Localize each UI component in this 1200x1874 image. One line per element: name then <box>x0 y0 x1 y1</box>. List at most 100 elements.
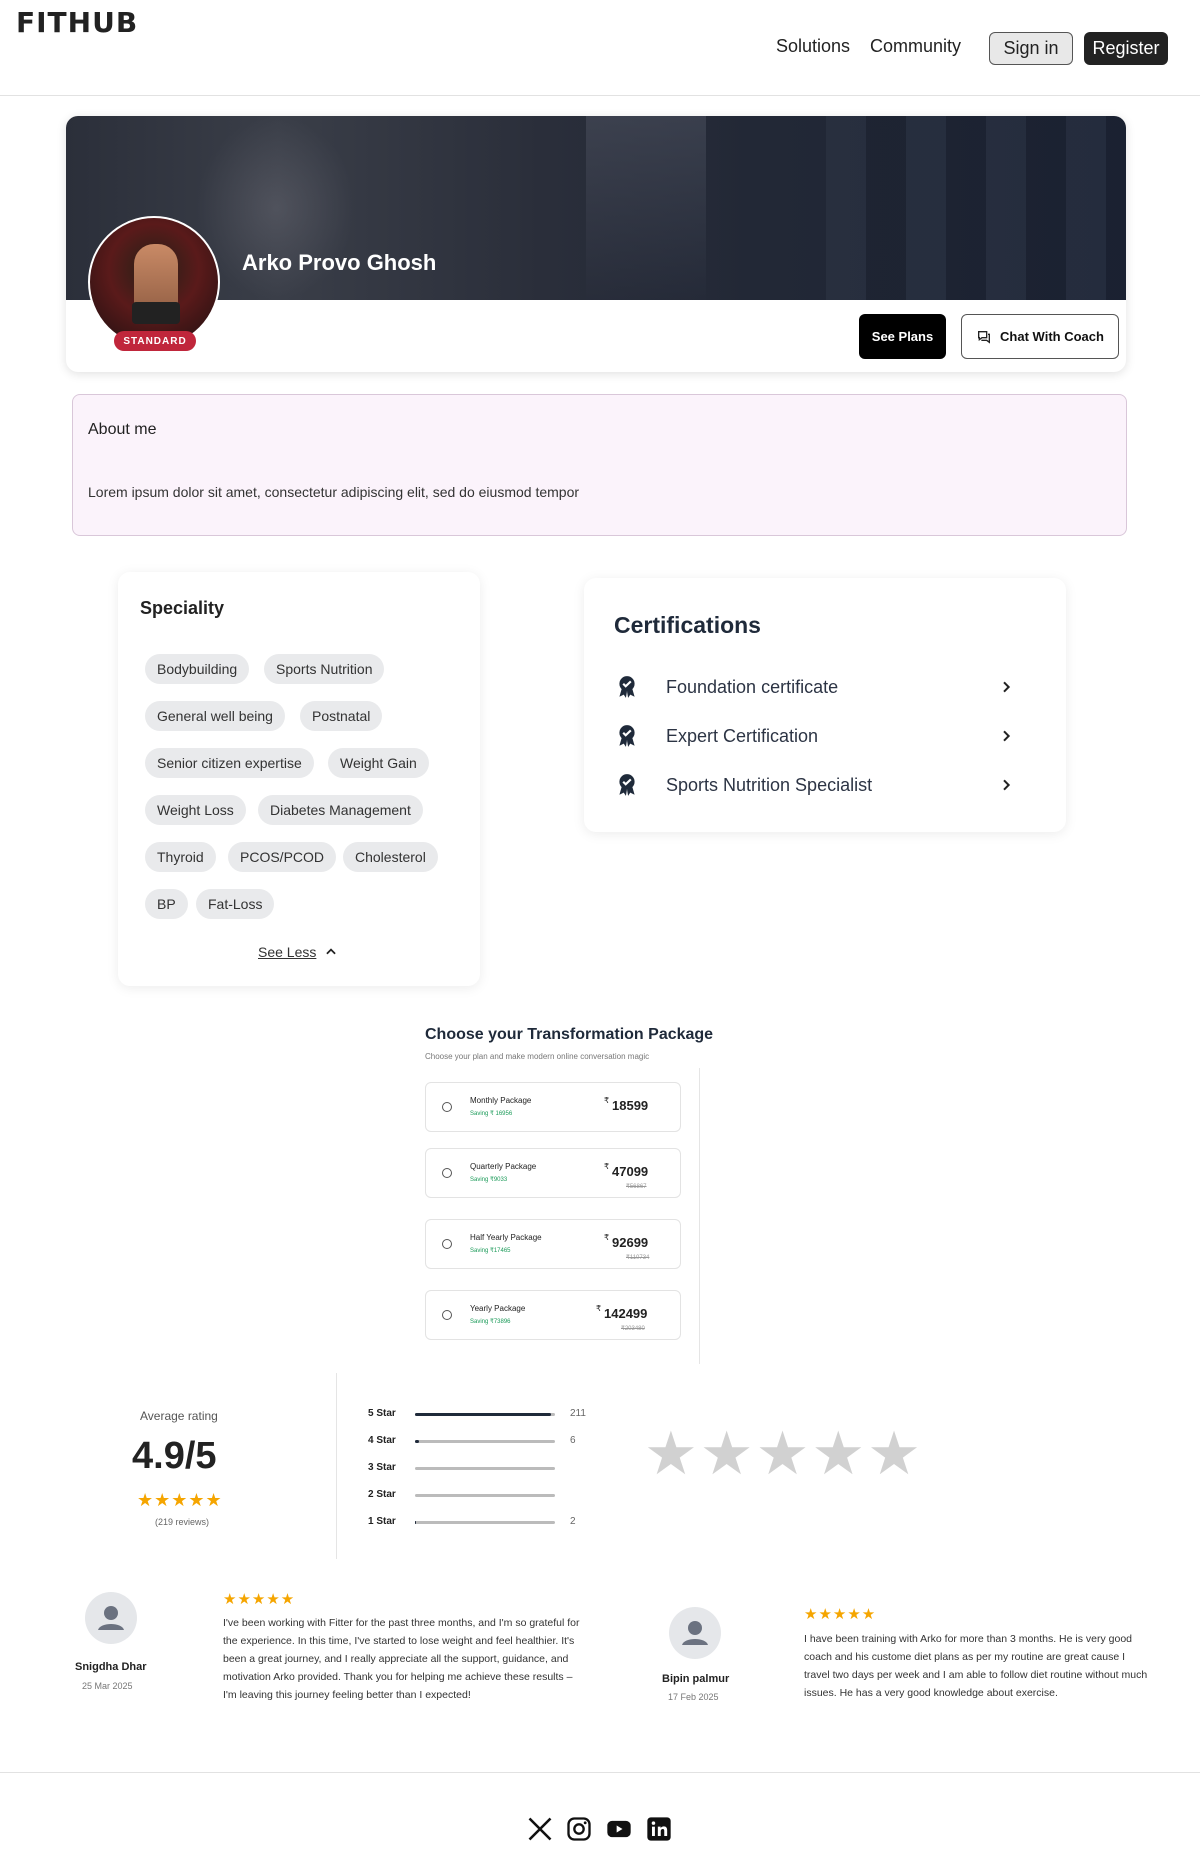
radio-button[interactable] <box>442 1102 452 1112</box>
rating-bar-label: 3 Star <box>368 1462 396 1473</box>
review-count: (219 reviews) <box>155 1517 210 1527</box>
speciality-tag: Weight Gain <box>328 748 429 778</box>
package-option[interactable]: Monthly Package Saving ₹ 16956 ₹ 18599 <box>425 1082 681 1132</box>
nav-solutions[interactable]: Solutions <box>776 36 850 57</box>
certification-label: Expert Certification <box>666 725 819 746</box>
see-less-label: See Less <box>258 944 317 960</box>
instagram-icon[interactable] <box>565 1815 593 1843</box>
about-text: Lorem ipsum dolor sit amet, consectetur … <box>88 484 580 500</box>
rating-bar-track <box>415 1467 555 1470</box>
divider <box>699 1068 700 1364</box>
certification-label: Sports Nutrition Specialist <box>666 774 873 795</box>
currency-symbol: ₹ <box>604 1233 610 1242</box>
currency-symbol: ₹ <box>596 1304 602 1313</box>
badge-icon <box>619 676 635 698</box>
radio-button[interactable] <box>442 1168 452 1178</box>
certification-item[interactable]: Sports Nutrition Specialist <box>614 770 1014 800</box>
linkedin-icon[interactable] <box>645 1815 673 1843</box>
badge-icon <box>619 725 635 747</box>
package-option[interactable]: Yearly Package Saving ₹73896 ₹ 142499 ₹2… <box>425 1290 681 1340</box>
sign-in-button[interactable]: Sign in <box>989 32 1073 65</box>
package-saving: Saving ₹9033 <box>470 1177 508 1183</box>
rating-bar-label: 1 Star <box>368 1516 396 1527</box>
speciality-tag: Diabetes Management <box>258 795 423 825</box>
package-saving: Saving ₹73896 <box>470 1319 511 1325</box>
radio-button[interactable] <box>442 1310 452 1320</box>
chevron-right-icon <box>1003 779 1011 791</box>
certifications-title: Certifications <box>614 612 761 638</box>
speciality-tag: Postnatal <box>300 701 383 731</box>
user-icon <box>682 1621 708 1645</box>
package-original-price: ₹110734 <box>626 1255 650 1261</box>
logo[interactable]: FITHUB <box>16 6 138 39</box>
speciality-tag: BP <box>145 889 188 919</box>
chevron-right-icon <box>1003 730 1011 742</box>
badge-icon <box>619 774 635 796</box>
review-star-icons: ★★★★★ <box>804 1606 877 1623</box>
speciality-tag: Thyroid <box>145 842 216 872</box>
profile-card: Arko Provo Ghosh STANDARD See Plans Chat… <box>66 116 1126 372</box>
package-option[interactable]: Quarterly Package Saving ₹9033 ₹ 47099 ₹… <box>425 1148 681 1198</box>
user-icon <box>98 1606 124 1630</box>
review-text: I've been working with Fitter for the pa… <box>223 1617 580 1701</box>
average-rating-label: Average rating <box>140 1409 218 1423</box>
rating-bar-label: 4 Star <box>368 1435 396 1446</box>
packages-subtitle: Choose your plan and make modern online … <box>425 1052 650 1061</box>
plan-tier-badge: STANDARD <box>114 331 196 351</box>
rating-bar-track <box>415 1521 555 1524</box>
speciality-tag: General well being <box>145 701 285 731</box>
speciality-tag: Cholesterol <box>343 842 438 872</box>
rating-bar-track <box>415 1413 555 1416</box>
chevron-right-icon <box>1003 681 1011 693</box>
currency-symbol: ₹ <box>604 1162 610 1171</box>
packages-title: Choose your Transformation Package <box>425 1026 714 1043</box>
package-price: 47099 <box>612 1164 649 1179</box>
package-name: Yearly Package <box>470 1304 526 1313</box>
register-button[interactable]: Register <box>1084 32 1168 65</box>
package-original-price: ₹203480 <box>621 1326 645 1332</box>
reviewer-avatar <box>85 1592 137 1644</box>
rating-bar-count: 6 <box>570 1435 576 1446</box>
nav-community[interactable]: Community <box>870 36 961 57</box>
rating-bar-label: 5 Star <box>368 1408 396 1419</box>
rating-bar-label: 2 Star <box>368 1489 396 1500</box>
see-plans-button[interactable]: See Plans <box>859 314 946 359</box>
package-name: Half Yearly Package <box>470 1233 542 1242</box>
youtube-icon[interactable] <box>605 1815 633 1843</box>
rate-coach-stars[interactable]: ★★★★★ <box>644 1424 923 1484</box>
speciality-tag: Sports Nutrition <box>264 654 385 684</box>
chevron-up-icon <box>326 948 337 955</box>
radio-button[interactable] <box>442 1239 452 1249</box>
certification-item[interactable]: Expert Certification <box>614 721 1014 751</box>
rating-bar-count: 211 <box>570 1408 586 1419</box>
currency-symbol: ₹ <box>604 1096 610 1105</box>
about-section: About me Lorem ipsum dolor sit amet, con… <box>72 394 1127 536</box>
package-price: 92699 <box>612 1235 649 1250</box>
package-option[interactable]: Half Yearly Package Saving ₹17465 ₹ 9269… <box>425 1219 681 1269</box>
average-star-icons: ★★★★★ <box>137 1490 223 1510</box>
about-title: About me <box>88 421 157 438</box>
speciality-tag: Weight Loss <box>145 795 246 825</box>
x-icon[interactable] <box>526 1815 554 1843</box>
cover-image <box>66 116 1126 300</box>
package-saving: Saving ₹17465 <box>470 1248 511 1254</box>
see-less-button[interactable]: See Less <box>258 944 338 960</box>
speciality-tag: PCOS/PCOD <box>228 842 337 872</box>
speciality-tag: Bodybuilding <box>145 654 250 684</box>
rating-bar-row: 3 Star <box>368 1462 598 1476</box>
certification-label: Foundation certificate <box>666 676 839 697</box>
certification-item[interactable]: Foundation certificate <box>614 672 1014 702</box>
page: FITHUB Solutions Community Sign in Regis… <box>0 0 1200 1874</box>
chat-with-coach-button[interactable]: Chat With Coach <box>961 314 1119 359</box>
coach-avatar <box>88 216 220 348</box>
reviewer-name: Snigdha Dhar <box>75 1661 147 1673</box>
review-date: 17 Feb 2025 <box>668 1692 719 1702</box>
review-star-icons: ★★★★★ <box>223 1591 296 1608</box>
chat-label: Chat With Coach <box>1000 329 1104 344</box>
average-rating-value: 4.9/5 <box>132 1435 217 1477</box>
package-price: 18599 <box>612 1098 649 1113</box>
chat-icon <box>978 330 991 344</box>
review-date: 25 Mar 2025 <box>82 1681 133 1691</box>
speciality-card: Speciality Bodybuilding Sports Nutrition… <box>118 572 480 986</box>
speciality-tag: Senior citizen expertise <box>145 748 314 778</box>
